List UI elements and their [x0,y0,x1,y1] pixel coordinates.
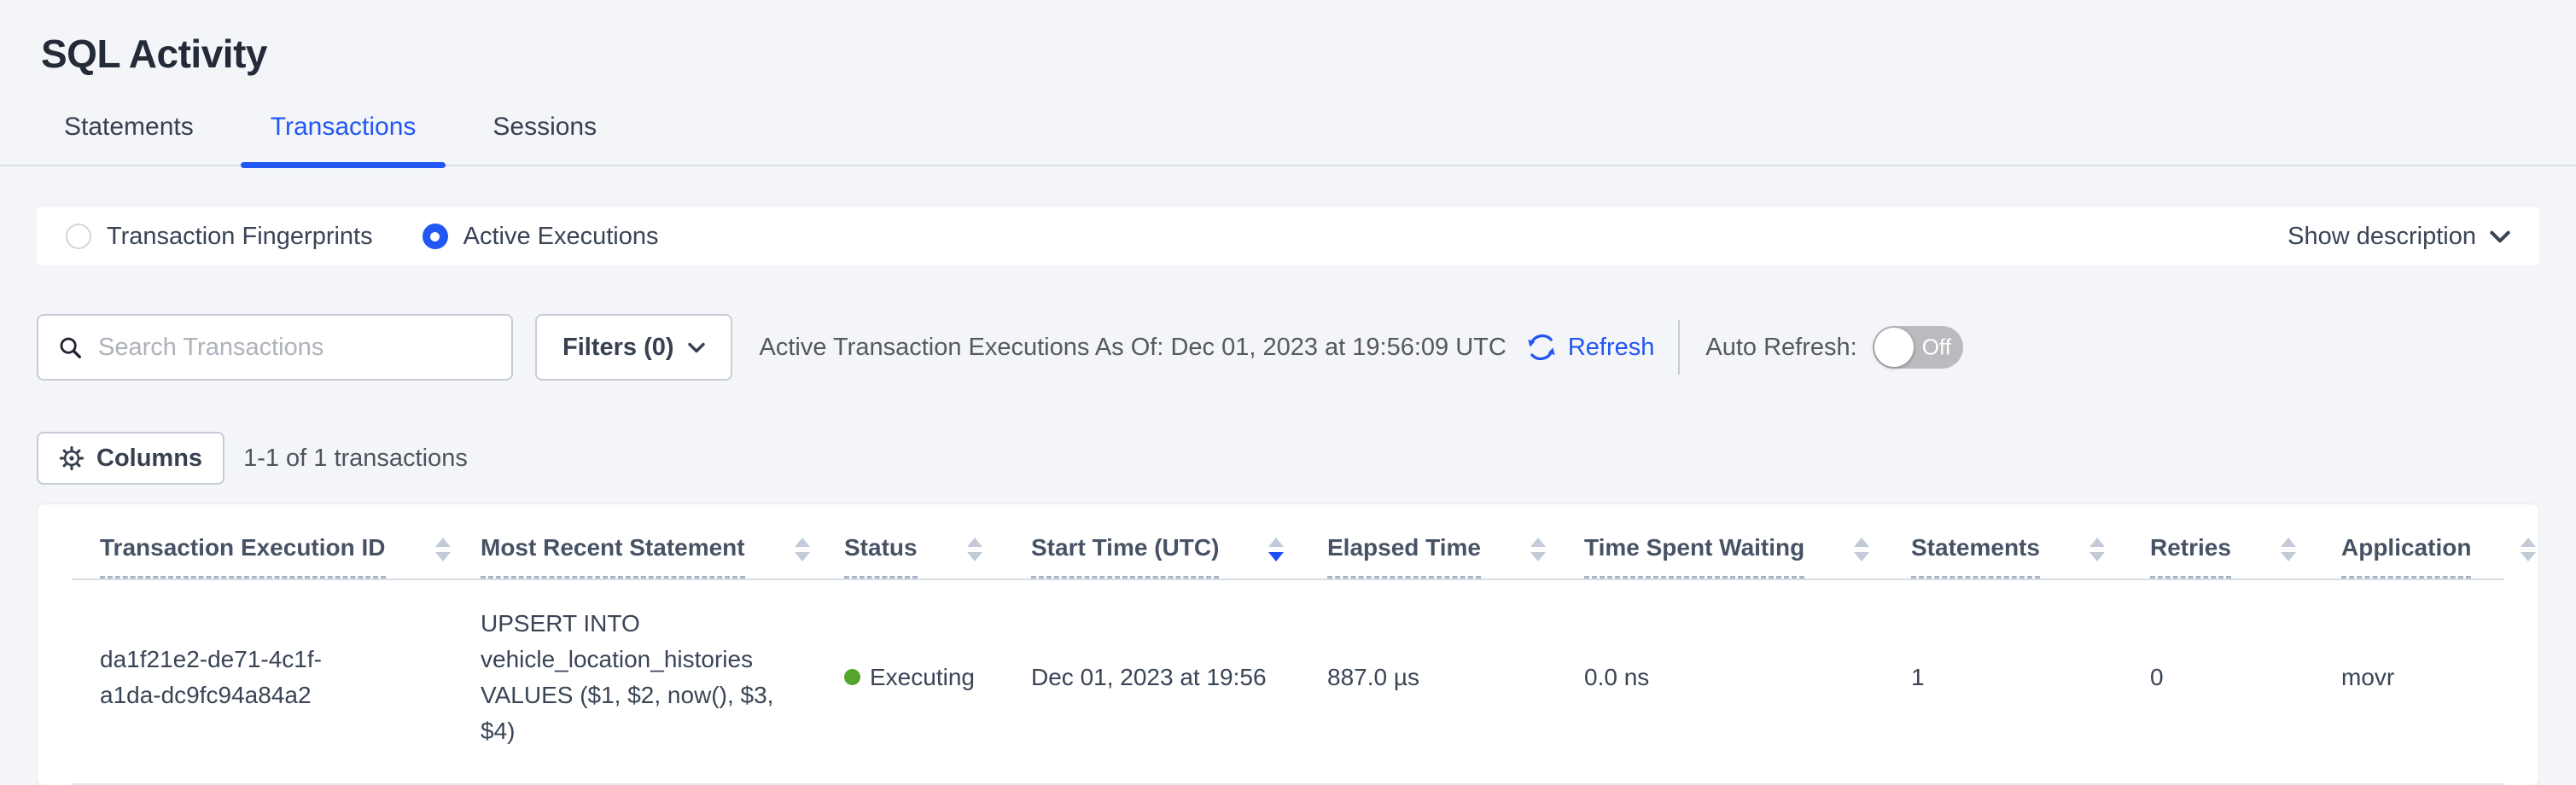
sort-icon[interactable] [2521,538,2536,561]
column-header-statements[interactable]: Statements [1911,533,2150,579]
radio-circle-icon[interactable] [423,224,448,249]
content-area: Transaction Fingerprints Active Executio… [0,207,2576,785]
cell-statements: 1 [1911,660,2150,695]
chevron-down-icon [2490,230,2510,243]
column-header-most-recent-statement[interactable]: Most Recent Statement [481,533,844,579]
cell-start-time: Dec 01, 2023 at 19:56 [1031,660,1327,695]
view-mode-card: Transaction Fingerprints Active Executio… [37,207,2539,265]
toolbar: Filters (0) Active Transaction Execution… [37,314,2539,381]
column-header-transaction-execution-id[interactable]: Transaction Execution ID [72,533,481,579]
cell-transaction-execution-id[interactable]: da1f21e2-de71-4c1f-a1da-dc9fc94a84a2 [72,642,388,713]
toggle-knob [1874,328,1914,367]
column-header-status[interactable]: Status [844,533,1031,579]
result-count: 1-1 of 1 transactions [243,445,468,473]
search-box[interactable] [37,314,513,381]
radio-label: Active Executions [463,223,659,251]
cell-most-recent-statement: UPSERT INTO vehicle_location_histories V… [481,606,839,749]
search-icon [57,334,83,360]
sort-icon[interactable] [2089,538,2105,561]
filters-button[interactable]: Filters (0) [535,314,732,381]
refresh-label: Refresh [1568,334,1655,362]
toolbar-divider [1678,320,1680,375]
gear-icon [59,445,85,471]
show-description-toggle[interactable]: Show description [2288,223,2510,251]
sort-icon[interactable] [435,538,451,561]
cell-time-spent-waiting: 0.0 ns [1584,660,1911,695]
sort-icon[interactable] [2281,538,2296,561]
radio-transaction-fingerprints[interactable]: Transaction Fingerprints [66,223,373,251]
search-input[interactable] [98,334,492,362]
cell-elapsed-time: 887.0 µs [1327,660,1584,695]
toggle-state-label: Off [1922,334,1951,361]
auto-refresh-control: Auto Refresh: Off [1705,326,1962,369]
cell-application: movr [2341,660,2504,695]
columns-button[interactable]: Columns [37,432,224,485]
column-header-application[interactable]: Application [2341,533,2536,579]
transactions-table: Transaction Execution ID Most Recent Sta… [37,503,2539,785]
tab-transactions[interactable]: Transactions [232,113,455,165]
column-header-start-time[interactable]: Start Time (UTC) [1031,533,1327,579]
table-controls: Columns 1-1 of 1 transactions [37,432,2539,485]
status-badge: Executing [870,660,975,695]
radio-label: Transaction Fingerprints [107,223,373,251]
radio-active-executions[interactable]: Active Executions [423,223,659,251]
auto-refresh-label: Auto Refresh: [1705,334,1856,362]
filters-label: Filters (0) [562,334,674,362]
sort-icon[interactable] [795,538,810,561]
tab-sessions[interactable]: Sessions [454,113,635,165]
cell-retries: 0 [2150,660,2341,695]
page-title: SQL Activity [41,31,2576,77]
refresh-icon [1525,331,1558,363]
column-header-elapsed-time[interactable]: Elapsed Time [1327,533,1584,579]
status-dot-icon [844,669,860,685]
auto-refresh-toggle[interactable]: Off [1873,326,1963,369]
table-header-row: Transaction Execution ID Most Recent Sta… [72,504,2504,580]
columns-label: Columns [96,445,202,473]
refresh-button[interactable]: Refresh [1525,331,1655,363]
chevron-down-icon [688,342,705,353]
table-row: da1f21e2-de71-4c1f-a1da-dc9fc94a84a2 UPS… [72,580,2504,785]
radio-circle-icon[interactable] [66,224,91,249]
sort-icon[interactable] [1854,538,1869,561]
sort-icon[interactable] [967,538,982,561]
tab-bar: Statements Transactions Sessions [0,113,2576,166]
column-header-time-spent-waiting[interactable]: Time Spent Waiting [1584,533,1911,579]
column-header-retries[interactable]: Retries [2150,533,2341,579]
sort-icon[interactable] [1268,538,1284,561]
show-description-label: Show description [2288,223,2476,251]
tab-statements[interactable]: Statements [26,113,232,165]
cell-status: Executing [844,660,1031,695]
sort-icon[interactable] [1530,538,1546,561]
page-header: SQL Activity [0,0,2576,77]
as-of-timestamp: Active Transaction Executions As Of: Dec… [760,334,1507,362]
